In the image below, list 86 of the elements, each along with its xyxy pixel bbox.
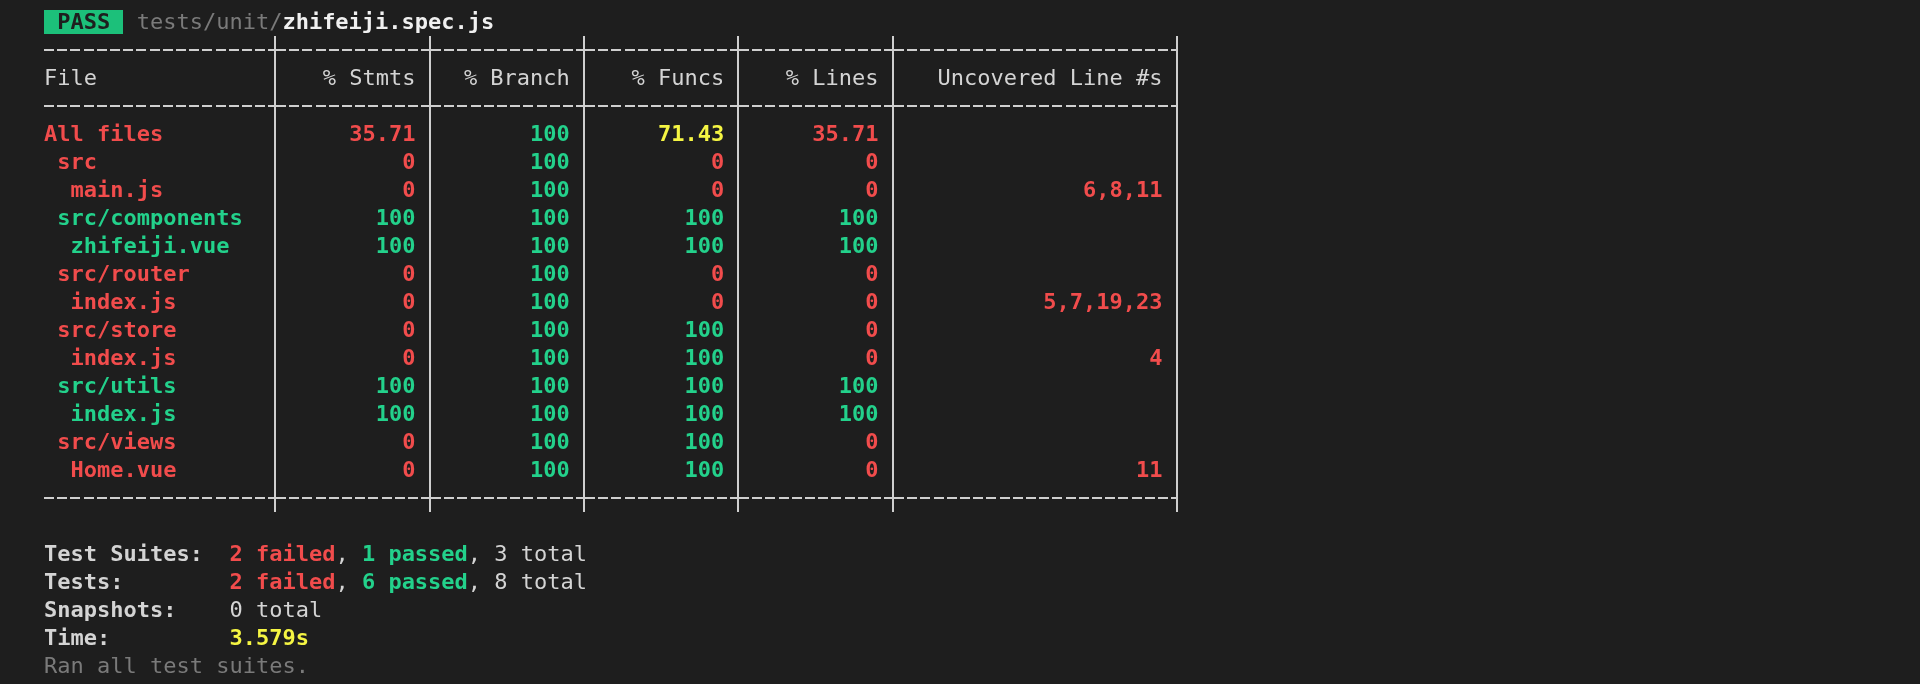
column-header: % Stmts	[322, 64, 416, 92]
uncovered-lines: 5,7,19,23	[1043, 288, 1163, 316]
file-name: src/components	[56, 204, 243, 232]
coverage-value: 0	[865, 428, 879, 456]
file-name: src/utils	[56, 372, 177, 400]
coverage-value: 100	[530, 232, 570, 260]
coverage-value: 100	[530, 148, 570, 176]
coverage-value: 100	[684, 372, 725, 400]
summary-label: Time:	[44, 624, 112, 652]
coverage-value: 100	[684, 428, 725, 456]
coverage-value: 0	[402, 428, 416, 456]
uncovered-lines: 11	[1136, 456, 1163, 484]
coverage-value: 100	[530, 400, 570, 428]
file-name: src	[56, 148, 97, 176]
coverage-value: 0	[865, 288, 879, 316]
coverage-value: 0	[865, 456, 879, 484]
coverage-value: 0	[865, 176, 879, 204]
coverage-value: 100	[530, 456, 570, 484]
coverage-value: 100	[838, 400, 879, 428]
uncovered-lines: 6,8,11	[1083, 176, 1163, 204]
coverage-value: 100	[684, 400, 725, 428]
file-name: zhifeiji.vue	[69, 232, 230, 260]
coverage-value: 0	[402, 148, 416, 176]
pass-badge: PASS	[44, 10, 124, 34]
file-name: main.js	[69, 176, 164, 204]
coverage-value: 100	[684, 204, 725, 232]
summary-value: 2 failed, 1 passed, 3 total	[229, 540, 588, 568]
status-message: Ran all test suites.	[44, 652, 309, 680]
coverage-value: 0	[865, 148, 879, 176]
test-file-path: tests/unit/zhifeiji.spec.js	[136, 8, 495, 36]
file-name: Home.vue	[69, 456, 177, 484]
coverage-value: 100	[530, 176, 570, 204]
uncovered-lines: 4	[1149, 344, 1163, 372]
file-name: index.js	[69, 344, 177, 372]
coverage-value: 0	[402, 288, 416, 316]
column-header: % Lines	[785, 64, 879, 92]
file-name: All files	[44, 120, 164, 148]
coverage-value: 0	[710, 176, 725, 204]
summary-value: 2 failed, 6 passed, 8 total	[229, 568, 588, 596]
coverage-value: 0	[865, 316, 879, 344]
coverage-value: 0	[402, 316, 416, 344]
coverage-value: 100	[530, 316, 570, 344]
coverage-value: 0	[710, 260, 725, 288]
summary-value: 3.579s	[229, 624, 309, 652]
file-name: index.js	[69, 400, 177, 428]
coverage-value: 0	[710, 288, 725, 316]
coverage-value: 100	[530, 372, 570, 400]
column-header: % Funcs	[631, 64, 725, 92]
coverage-value: 35.71	[812, 120, 879, 148]
coverage-value: 100	[838, 232, 879, 260]
coverage-value: 0	[710, 148, 725, 176]
file-name: src/store	[56, 316, 177, 344]
coverage-value: 0	[402, 456, 416, 484]
coverage-value: 100	[684, 316, 725, 344]
coverage-value: 100	[838, 204, 879, 232]
file-name: src/router	[56, 260, 190, 288]
file-name: src/views	[56, 428, 177, 456]
coverage-value: 100	[530, 260, 570, 288]
coverage-value: 100	[375, 372, 416, 400]
file-name: index.js	[69, 288, 177, 316]
column-header: File	[44, 64, 97, 92]
coverage-value: 100	[375, 400, 416, 428]
coverage-value: 0	[402, 176, 416, 204]
coverage-value: 0	[402, 260, 416, 288]
summary-label: Snapshots:	[44, 596, 178, 624]
column-header: Uncovered Line #s	[937, 64, 1163, 92]
summary-value: 0 total	[229, 596, 323, 624]
coverage-value: 100	[530, 428, 570, 456]
coverage-value: 100	[375, 204, 416, 232]
coverage-value: 71.43	[657, 120, 725, 148]
coverage-value: 100	[375, 232, 416, 260]
coverage-value: 100	[530, 120, 570, 148]
coverage-value: 100	[530, 204, 570, 232]
coverage-value: 100	[838, 372, 879, 400]
summary-label: Test Suites:	[44, 540, 204, 568]
column-header: % Branch	[463, 64, 570, 92]
coverage-value: 0	[865, 260, 879, 288]
coverage-value: 100	[684, 232, 725, 260]
summary-label: Tests:	[44, 568, 125, 596]
coverage-value: 100	[530, 288, 570, 316]
coverage-value: 35.71	[349, 120, 416, 148]
coverage-value: 100	[530, 344, 570, 372]
coverage-value: 100	[684, 344, 725, 372]
coverage-value: 0	[865, 344, 879, 372]
coverage-value: 100	[684, 456, 725, 484]
coverage-value: 0	[402, 344, 416, 372]
